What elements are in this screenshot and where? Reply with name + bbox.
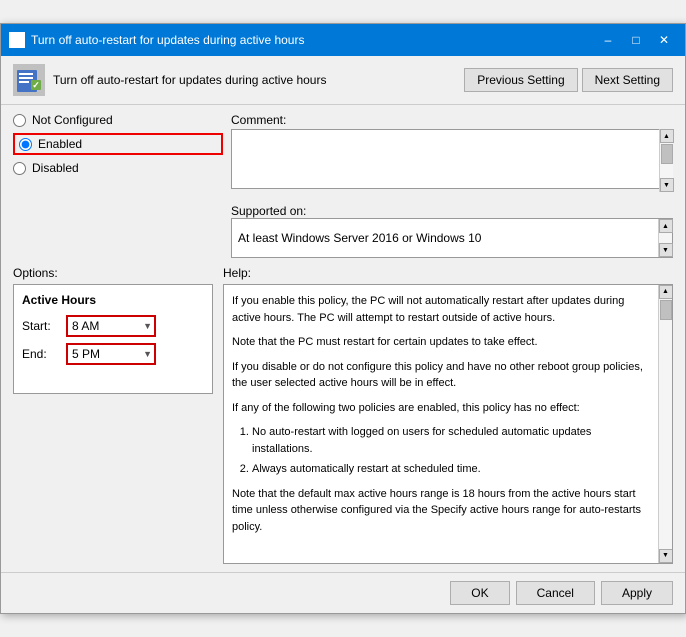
header-buttons: Previous Setting Next Setting bbox=[464, 68, 673, 92]
end-dropdown[interactable]: 12 AM1 AM2 AM3 AM 4 AM5 AM6 AM7 AM 8 AM9… bbox=[68, 345, 154, 363]
title-bar-text: Turn off auto-restart for updates during… bbox=[31, 33, 304, 47]
radio-group: Not Configured Enabled Disabled bbox=[13, 113, 223, 175]
cancel-button[interactable]: Cancel bbox=[516, 581, 595, 605]
help-p1: If you enable this policy, the PC will n… bbox=[232, 293, 654, 326]
scroll-down-comment[interactable]: ▼ bbox=[660, 178, 674, 192]
scroll-track-comment bbox=[660, 143, 673, 178]
options-area: Active Hours Start: 12 AM1 AM2 AM3 AM 4 … bbox=[13, 284, 223, 564]
end-dropdown-wrapper: 12 AM1 AM2 AM3 AM 4 AM5 AM6 AM7 AM 8 AM9… bbox=[66, 343, 156, 365]
scroll-thumb-comment[interactable] bbox=[661, 144, 673, 164]
start-dropdown[interactable]: 12 AM1 AM2 AM3 AM 4 AM5 AM6 AM7 AM 8 AM9… bbox=[68, 317, 154, 335]
apply-button[interactable]: Apply bbox=[601, 581, 673, 605]
footer: OK Cancel Apply bbox=[1, 572, 685, 613]
help-area: If you enable this policy, the PC will n… bbox=[223, 284, 673, 564]
supported-value: At least Windows Server 2016 or Windows … bbox=[238, 231, 481, 245]
scroll-up-help[interactable]: ▲ bbox=[659, 285, 673, 299]
active-hours-box: Active Hours Start: 12 AM1 AM2 AM3 AM 4 … bbox=[13, 284, 213, 394]
scroll-up-supported[interactable]: ▲ bbox=[659, 219, 673, 233]
title-bar-controls: – □ ✕ bbox=[595, 30, 677, 50]
help-p4: If any of the following two policies are… bbox=[232, 400, 654, 417]
supported-section: Supported on: At least Windows Server 20… bbox=[231, 204, 673, 258]
end-label: End: bbox=[22, 347, 58, 361]
policy-icon: ✓ bbox=[13, 64, 45, 96]
title-bar-left: Turn off auto-restart for updates during… bbox=[9, 32, 304, 48]
help-label: Help: bbox=[223, 266, 251, 280]
supported-label: Supported on: bbox=[231, 204, 306, 218]
left-panel: Not Configured Enabled Disabled bbox=[13, 113, 223, 258]
svg-text:✓: ✓ bbox=[32, 80, 40, 90]
options-label: Options: bbox=[13, 266, 58, 280]
options-help-section: Active Hours Start: 12 AM1 AM2 AM3 AM 4 … bbox=[1, 284, 685, 572]
scroll-down-supported[interactable]: ▼ bbox=[659, 243, 673, 257]
help-p3: If you disable or do not configure this … bbox=[232, 359, 654, 392]
comment-textarea[interactable] bbox=[231, 129, 673, 189]
help-p2: Note that the PC must restart for certai… bbox=[232, 334, 654, 351]
window-icon bbox=[9, 32, 25, 48]
main-window: Turn off auto-restart for updates during… bbox=[0, 23, 686, 614]
ok-button[interactable]: OK bbox=[450, 581, 509, 605]
start-field-row: Start: 12 AM1 AM2 AM3 AM 4 AM5 AM6 AM7 A… bbox=[22, 315, 204, 337]
end-field-row: End: 12 AM1 AM2 AM3 AM 4 AM5 AM6 AM7 AM … bbox=[22, 343, 204, 365]
help-li1: No auto-restart with logged on users for… bbox=[252, 424, 654, 457]
header-title: Turn off auto-restart for updates during… bbox=[53, 73, 326, 87]
start-label: Start: bbox=[22, 319, 58, 333]
start-dropdown-wrapper: 12 AM1 AM2 AM3 AM 4 AM5 AM6 AM7 AM 8 AM9… bbox=[66, 315, 156, 337]
help-p5: Note that the default max active hours r… bbox=[232, 486, 654, 536]
scroll-thumb-help[interactable] bbox=[660, 300, 672, 320]
prev-setting-button[interactable]: Previous Setting bbox=[464, 68, 577, 92]
not-configured-radio[interactable]: Not Configured bbox=[13, 113, 223, 127]
right-panel: Comment: ▲ ▼ Supported on: bbox=[231, 113, 673, 258]
help-li2: Always automatically restart at schedule… bbox=[252, 461, 654, 478]
maximize-button[interactable]: □ bbox=[623, 30, 649, 50]
disabled-radio[interactable]: Disabled bbox=[13, 161, 223, 175]
help-list: No auto-restart with logged on users for… bbox=[232, 424, 654, 478]
title-bar: Turn off auto-restart for updates during… bbox=[1, 24, 685, 56]
enabled-radio[interactable]: Enabled bbox=[13, 133, 223, 155]
scroll-down-help[interactable]: ▼ bbox=[659, 549, 673, 563]
minimize-button[interactable]: – bbox=[595, 30, 621, 50]
next-setting-button[interactable]: Next Setting bbox=[582, 68, 673, 92]
close-button[interactable]: ✕ bbox=[651, 30, 677, 50]
header-section: ✓ Turn off auto-restart for updates duri… bbox=[1, 56, 685, 105]
scroll-up-comment[interactable]: ▲ bbox=[660, 129, 674, 143]
scroll-track-supported bbox=[659, 233, 672, 243]
comment-section: Comment: ▲ ▼ bbox=[231, 113, 673, 192]
comment-label: Comment: bbox=[231, 113, 673, 127]
active-hours-title: Active Hours bbox=[22, 293, 204, 307]
header-left: ✓ Turn off auto-restart for updates duri… bbox=[13, 64, 464, 96]
main-content: Not Configured Enabled Disabled Comment: bbox=[1, 105, 685, 266]
scroll-track-help bbox=[659, 299, 672, 549]
help-box: If you enable this policy, the PC will n… bbox=[223, 284, 673, 564]
